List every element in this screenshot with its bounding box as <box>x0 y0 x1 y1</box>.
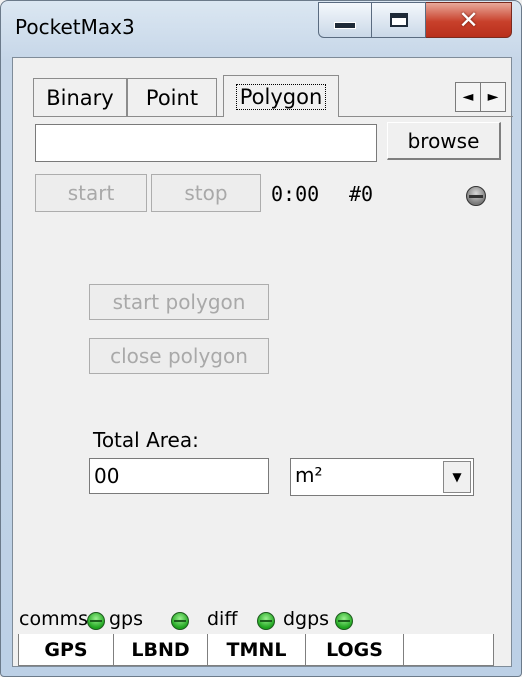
unit-selected-value: m² <box>295 463 323 487</box>
bottom-tab-label: LBND <box>131 638 190 661</box>
close-icon: ✕ <box>458 6 479 34</box>
tab-empty[interactable] <box>404 634 494 666</box>
caption-buttons: ✕ <box>318 2 512 40</box>
tab-polygon[interactable]: Polygon <box>223 75 339 117</box>
status-label-gps: gps <box>109 608 144 630</box>
client-area: Binary Point Polygon ◄ ► browse start st… <box>12 57 513 667</box>
log-count: #0 <box>349 182 374 206</box>
browse-label: browse <box>407 128 480 153</box>
bottom-tab-label: TMNL <box>226 638 287 661</box>
file-path-input[interactable] <box>35 124 377 162</box>
minimize-icon <box>334 21 356 29</box>
tab-label: Binary <box>46 85 114 110</box>
start-polygon-label: start polygon <box>112 290 246 314</box>
triangle-down-icon: ▼ <box>452 470 462 484</box>
close-polygon-button[interactable]: close polygon <box>89 338 269 374</box>
tab-label: Point <box>145 85 199 110</box>
tab-label: Polygon <box>235 83 327 110</box>
maximize-icon <box>389 13 408 27</box>
status-label-diff: diff <box>207 608 238 630</box>
tab-binary[interactable]: Binary <box>33 78 127 116</box>
status-label-dgps: dgps <box>283 608 330 630</box>
gps-led-icon <box>171 612 189 630</box>
start-label: start <box>67 181 115 205</box>
dgps-led-icon <box>335 612 353 630</box>
status-label-comms: comms <box>19 608 88 630</box>
total-area-label: Total Area: <box>93 428 199 452</box>
bottom-tab-label: GPS <box>44 638 88 661</box>
start-button[interactable]: start <box>35 174 147 212</box>
app-window: PocketMax3 ✕ Binary Point Polygon ◄ ► br… <box>0 0 522 677</box>
maximize-button[interactable] <box>372 2 426 38</box>
minimize-button[interactable] <box>318 2 372 38</box>
tab-scroll-right-button[interactable]: ► <box>480 82 506 112</box>
browse-button[interactable]: browse <box>387 122 501 160</box>
bottom-tab-bar: GPS LBND TMNL LOGS <box>18 634 494 666</box>
close-polygon-label: close polygon <box>110 344 248 368</box>
elapsed-time: 0:00 <box>271 182 320 206</box>
tab-logs[interactable]: LOGS <box>306 634 404 666</box>
logging-indicator-icon <box>466 186 486 206</box>
tab-tmnl[interactable]: TMNL <box>208 634 306 666</box>
tab-scroll-left-button[interactable]: ◄ <box>455 82 481 112</box>
title-bar[interactable]: PocketMax3 ✕ <box>1 1 521 57</box>
tab-point[interactable]: Point <box>127 78 217 116</box>
close-button[interactable]: ✕ <box>426 2 512 38</box>
status-strip: comms gps diff dgps <box>13 606 513 634</box>
stop-label: stop <box>184 181 228 205</box>
area-value-field[interactable]: 00 <box>89 458 269 494</box>
stop-button[interactable]: stop <box>151 174 261 212</box>
bottom-tab-label: LOGS <box>326 638 383 661</box>
tab-lbnd[interactable]: LBND <box>114 634 208 666</box>
comms-led-icon <box>87 612 105 630</box>
window-title: PocketMax3 <box>15 15 135 39</box>
triangle-left-icon: ◄ <box>462 89 474 105</box>
tab-gps[interactable]: GPS <box>18 634 114 666</box>
unit-select[interactable]: m² ▼ <box>290 458 474 496</box>
dropdown-arrow-button[interactable]: ▼ <box>443 461 471 493</box>
start-polygon-button[interactable]: start polygon <box>89 284 269 320</box>
triangle-right-icon: ► <box>487 89 499 105</box>
diff-led-icon <box>257 612 275 630</box>
